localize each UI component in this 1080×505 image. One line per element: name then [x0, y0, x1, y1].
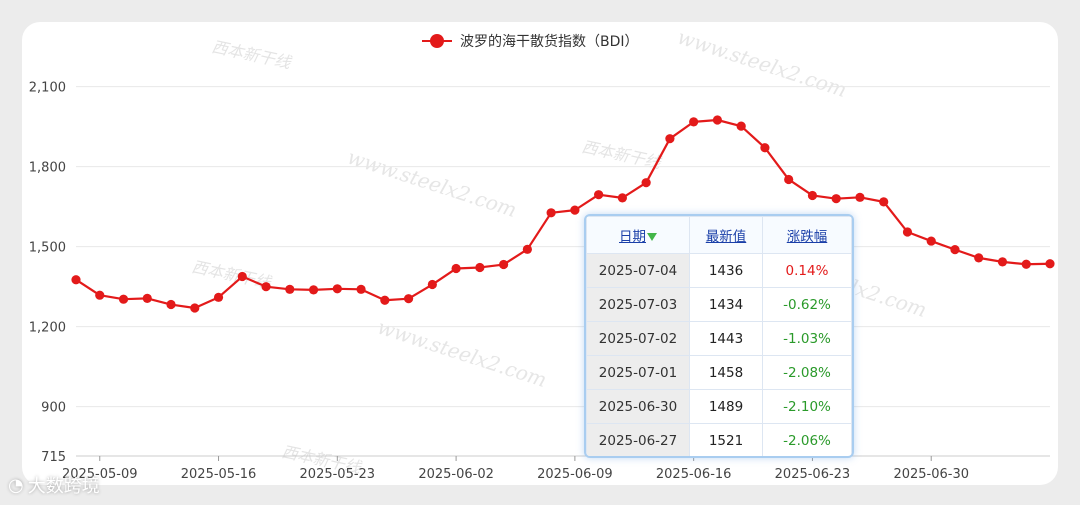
- x-tick-label: 2025-06-16: [656, 467, 732, 482]
- corner-watermark: ◔ 大数跨境: [8, 472, 100, 498]
- sort-arrow-icon: [647, 233, 657, 241]
- data-point: [950, 245, 960, 255]
- header-latest-value[interactable]: 最新值: [689, 216, 763, 254]
- row-change: 0.14%: [762, 253, 852, 288]
- y-tick-label: 2,100: [29, 81, 66, 96]
- data-point: [997, 257, 1008, 267]
- header-date[interactable]: 日期: [586, 216, 690, 254]
- data-point: [665, 134, 675, 144]
- row-change: -0.62%: [762, 287, 852, 322]
- tooltip-row: 2025-07-04 1436 0.14%: [586, 253, 852, 288]
- data-point: [736, 121, 746, 131]
- row-change: -2.06%: [762, 423, 852, 456]
- data-point: [285, 284, 295, 294]
- row-change: -2.08%: [762, 355, 852, 390]
- y-tick-label: 900: [41, 401, 66, 416]
- data-tooltip-table: 日期 最新值 涨跌幅 2025-07-04 1436 0.14% 2025-07-03…: [584, 214, 854, 458]
- row-date: 2025-06-27: [586, 423, 690, 456]
- data-point: [95, 290, 105, 300]
- row-value: 1489: [689, 389, 763, 424]
- corner-watermark-text: 大数跨境: [27, 476, 100, 497]
- data-point: [570, 205, 580, 215]
- chart-card: www.steelx2.com www.steelx2.com www.steelx…: [22, 22, 1058, 485]
- data-point: [475, 262, 485, 273]
- data-point: [427, 279, 437, 290]
- row-value: 1436: [689, 253, 763, 288]
- data-point: [190, 303, 200, 313]
- data-point: [546, 208, 556, 218]
- data-point: [499, 259, 509, 270]
- wechat-icon: ◔: [8, 474, 24, 496]
- data-point: [855, 192, 865, 202]
- row-value: 1434: [689, 287, 763, 322]
- x-tick-label: 2025-06-23: [775, 467, 851, 482]
- row-value: 1458: [689, 355, 763, 390]
- y-tick-label: 1,800: [29, 161, 66, 176]
- tooltip-body: 2025-07-04 1436 0.14% 2025-07-03 1434 -0.62% 2…: [586, 253, 852, 456]
- x-tick-label: 2025-05-23: [300, 467, 376, 482]
- y-tick-label: 715: [41, 450, 66, 465]
- x-tick-label: 2025-05-16: [181, 467, 257, 482]
- data-point: [807, 190, 818, 201]
- legend[interactable]: 波罗的海干散货指数（BDI）: [422, 30, 639, 52]
- tooltip-row: 2025-06-30 1489 -2.10%: [586, 389, 852, 424]
- data-point: [641, 178, 651, 188]
- data-point: [974, 253, 984, 263]
- data-point: [332, 284, 342, 294]
- x-tick-label: 2025-06-09: [537, 467, 613, 482]
- legend-swatch: [422, 33, 452, 49]
- data-point: [166, 299, 176, 310]
- data-point: [1021, 259, 1031, 269]
- site-watermark: www.steelx2.com: [675, 25, 850, 102]
- data-point: [522, 244, 532, 254]
- data-point: [784, 174, 794, 185]
- row-change: -2.10%: [762, 389, 852, 424]
- row-date: 2025-07-03: [586, 287, 690, 322]
- row-date: 2025-07-04: [586, 253, 690, 288]
- row-change: -1.03%: [762, 321, 852, 356]
- data-point: [1045, 259, 1055, 269]
- row-date: 2025-07-02: [586, 321, 690, 356]
- data-point: [142, 293, 152, 303]
- row-value: 1443: [689, 321, 763, 356]
- data-point: [71, 275, 81, 285]
- tooltip-row: 2025-07-02 1443 -1.03%: [586, 321, 852, 356]
- row-date: 2025-07-01: [586, 355, 690, 390]
- x-tick-label: 2025-06-02: [418, 467, 494, 482]
- data-point: [380, 295, 390, 305]
- header-change[interactable]: 涨跌幅: [762, 216, 852, 254]
- data-point: [760, 143, 770, 153]
- brand-watermark: 西本新干线: [210, 37, 294, 73]
- data-point: [403, 294, 414, 304]
- y-tick-label: 1,500: [29, 241, 66, 256]
- tooltip-row: 2025-07-03 1434 -0.62%: [586, 287, 852, 322]
- x-tick-label: 2025-06-30: [893, 467, 969, 482]
- brand-watermark: 西本新干线: [580, 137, 664, 173]
- bdi-line-chart: www.steelx2.comwww.steelx2.comwww.steelx…: [29, 25, 1055, 482]
- tooltip-row: 2025-06-27 1521 -2.06%: [586, 423, 852, 456]
- data-point: [237, 271, 247, 282]
- row-date: 2025-06-30: [586, 389, 690, 424]
- data-point: [118, 294, 129, 304]
- tooltip-table: 日期 最新值 涨跌幅 2025-07-04 1436 0.14% 2025-07-03…: [586, 216, 852, 456]
- data-point: [356, 284, 366, 294]
- data-point: [926, 236, 936, 246]
- data-point: [689, 117, 699, 127]
- data-point: [213, 292, 224, 302]
- tooltip-row: 2025-07-01 1458 -2.08%: [586, 355, 852, 390]
- data-point: [879, 197, 889, 207]
- data-point: [308, 285, 319, 295]
- legend-label: 波罗的海干散货指数（BDI）: [460, 34, 639, 50]
- data-point: [617, 193, 627, 203]
- data-point: [261, 282, 271, 292]
- series-layer: [71, 115, 1055, 313]
- data-point: [831, 194, 841, 204]
- data-point: [451, 263, 461, 274]
- row-value: 1521: [689, 423, 763, 456]
- data-point: [902, 227, 913, 237]
- site-watermark: www.steelx2.com: [345, 145, 520, 222]
- data-point: [712, 115, 723, 125]
- y-tick-label: 1,200: [29, 321, 66, 336]
- data-point: [594, 190, 604, 200]
